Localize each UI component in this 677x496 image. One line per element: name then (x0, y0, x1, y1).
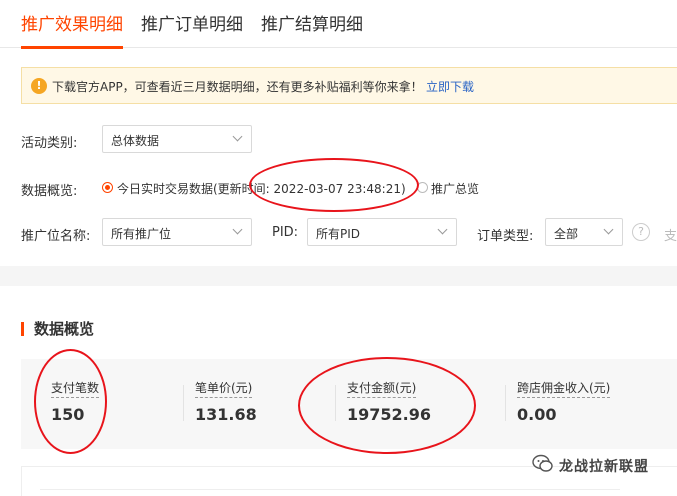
tab-effect-detail[interactable]: 推广效果明细 (21, 10, 123, 49)
overview-title: 数据概览 (34, 320, 95, 338)
detail-table-header (40, 489, 620, 496)
pid-value: 所有PID (316, 227, 361, 241)
tab-settlement-detail[interactable]: 推广结算明细 (261, 10, 363, 48)
metric-value-cross-store-commission: 0.00 (517, 405, 557, 424)
chevron-down-icon (437, 224, 448, 235)
radio-realtime-label[interactable]: 今日实时交易数据(更新时间: 2022-03-07 23:48:21) (117, 180, 406, 197)
tab-order-detail[interactable]: 推广订单明细 (141, 10, 243, 48)
exclamation-icon: ! (31, 78, 47, 94)
download-now-link[interactable]: 立即下载 (426, 78, 474, 95)
wechat-icon (532, 454, 553, 472)
watermark-text: 龙战拉新联盟 (559, 459, 649, 475)
position-value: 所有推广位 (111, 227, 172, 241)
metric-label-pay-count: 支付笔数 (51, 379, 100, 398)
chevron-down-icon (603, 224, 614, 235)
section-separator (0, 266, 677, 286)
position-label: 推广位名称: (21, 229, 91, 244)
overview-label: 数据概览: (21, 184, 78, 199)
notice-text: 下载官方APP，可查看近三月数据明细，还有更多补贴福利等你来拿！ (52, 80, 423, 94)
activity-type-select[interactable]: 总体数据 (102, 125, 252, 153)
pid-select[interactable]: 所有PID (307, 218, 457, 246)
radio-summary[interactable] (417, 182, 428, 193)
radio-summary-label[interactable]: 推广总览 (431, 180, 479, 197)
order-type-value: 全部 (554, 227, 579, 241)
order-type-label: 订单类型: (477, 229, 534, 244)
metric-label-pay-amount: 支付金额(元) (347, 379, 417, 398)
metric-value-pay-count: 150 (51, 405, 85, 424)
truncated-filter-label: 支 (664, 229, 677, 244)
section-accent-bar (21, 322, 24, 336)
chevron-down-icon (232, 131, 243, 142)
activity-type-value: 总体数据 (111, 134, 160, 148)
metric-value-unit-price: 131.68 (195, 405, 257, 424)
chevron-down-icon (232, 224, 243, 235)
help-icon[interactable]: ? (632, 223, 650, 241)
metric-label-cross-store-commission: 跨店佣金收入(元) (517, 379, 611, 398)
metric-divider (505, 385, 506, 421)
metric-divider (183, 385, 184, 421)
download-notice: ! 下载官方APP，可查看近三月数据明细，还有更多补贴福利等你来拿！ 立即下载 (21, 67, 677, 104)
metric-divider (335, 385, 336, 421)
tab-bar: 推广效果明细 推广订单明细 推广结算明细 (0, 0, 677, 49)
metric-value-pay-amount: 19752.96 (347, 405, 432, 424)
pid-label: PID: (272, 225, 299, 240)
radio-realtime[interactable] (102, 182, 113, 193)
order-type-select[interactable]: 全部 (545, 218, 623, 246)
metrics-panel: 支付笔数 150 笔单价(元) 131.68 支付金额(元) 19752.96 … (21, 359, 677, 449)
position-select[interactable]: 所有推广位 (102, 218, 252, 246)
activity-type-label: 活动类别: (21, 136, 78, 151)
metric-label-unit-price: 笔单价(元) (195, 379, 253, 398)
